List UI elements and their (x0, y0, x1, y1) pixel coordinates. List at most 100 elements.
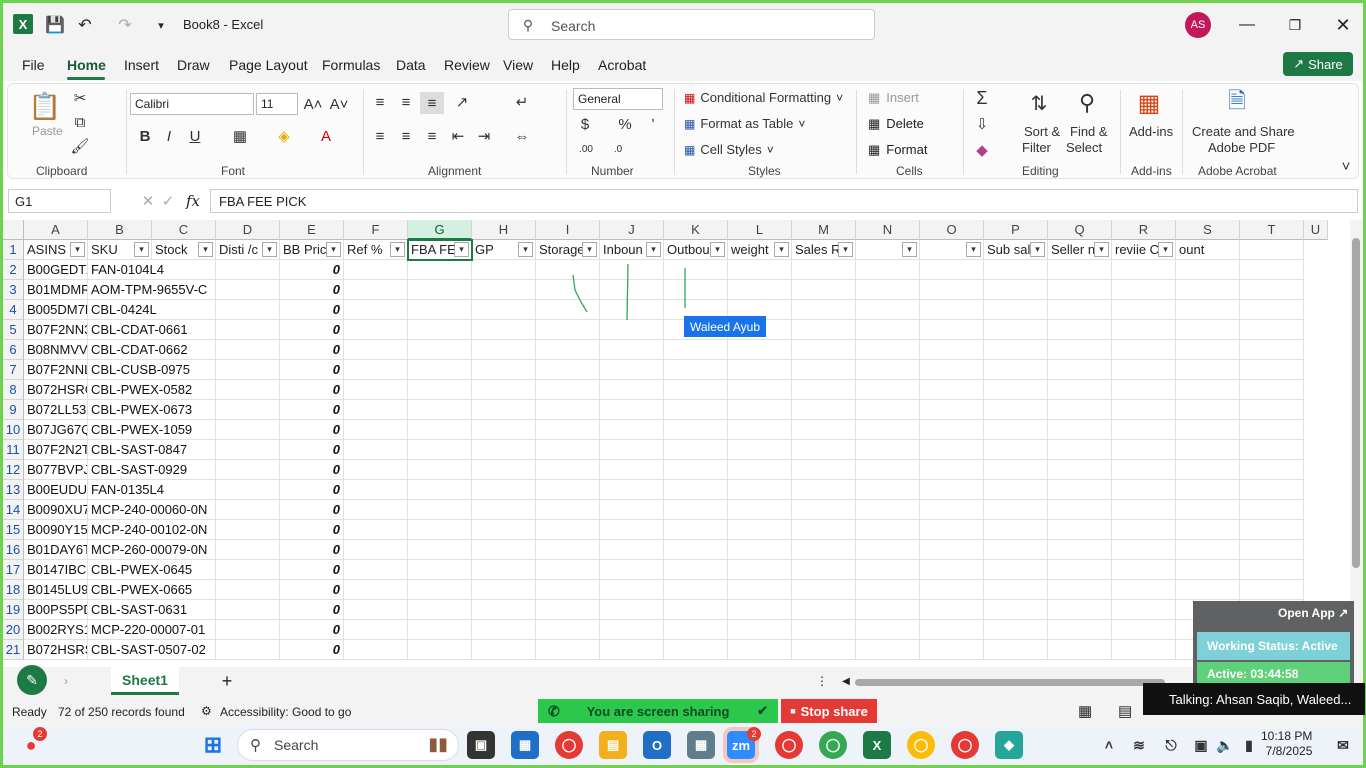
align-middle-icon[interactable]: ≡ (396, 92, 416, 112)
table-cell[interactable] (664, 260, 728, 280)
table-cell[interactable] (344, 460, 408, 480)
table-cell[interactable] (728, 520, 792, 540)
table-cell[interactable]: CBL-CDAT-0662 (88, 340, 216, 360)
filter-dropdown-icon[interactable]: ▾ (710, 242, 725, 257)
table-cell[interactable] (472, 560, 536, 580)
table-cell[interactable] (408, 600, 472, 620)
underline-icon[interactable]: U (186, 126, 204, 146)
filter-dropdown-icon[interactable]: ▾ (1030, 242, 1045, 257)
table-cell[interactable] (472, 440, 536, 460)
table-cell[interactable] (920, 260, 984, 280)
table-cell[interactable] (984, 520, 1048, 540)
table-cell[interactable] (792, 280, 856, 300)
table-cell[interactable] (1112, 340, 1176, 360)
filter-dropdown-icon[interactable]: ▾ (198, 242, 213, 257)
column-header-m[interactable]: M (792, 220, 856, 240)
table-cell[interactable] (344, 320, 408, 340)
table-cell[interactable] (600, 600, 664, 620)
font-family-select[interactable]: Calibri (130, 93, 254, 115)
header-cell[interactable]: Sales R ▾ (792, 240, 856, 260)
column-header-b[interactable]: B (88, 220, 152, 240)
table-cell[interactable] (984, 460, 1048, 480)
table-cell[interactable] (536, 500, 600, 520)
table-cell[interactable] (1240, 360, 1304, 380)
table-cell[interactable] (1240, 300, 1304, 320)
table-cell[interactable] (536, 340, 600, 360)
table-cell[interactable] (728, 380, 792, 400)
comma-icon[interactable]: ʹ (644, 114, 662, 134)
table-cell[interactable] (216, 600, 280, 620)
table-cell[interactable] (1112, 260, 1176, 280)
table-cell[interactable] (984, 260, 1048, 280)
table-cell[interactable] (408, 500, 472, 520)
table-cell[interactable] (664, 600, 728, 620)
table-cell[interactable] (856, 480, 920, 500)
table-cell[interactable] (600, 460, 664, 480)
table-cell[interactable] (344, 400, 408, 420)
table-cell[interactable]: MCP-220-00007-01 (88, 620, 216, 640)
table-cell[interactable] (344, 380, 408, 400)
tab-view[interactable]: View (503, 57, 533, 73)
header-cell[interactable]: ount (1176, 240, 1240, 260)
table-cell[interactable] (984, 640, 1048, 660)
table-cell[interactable] (600, 380, 664, 400)
table-cell[interactable] (984, 380, 1048, 400)
table-cell[interactable] (1176, 320, 1240, 340)
table-cell[interactable] (472, 480, 536, 500)
minimize-icon[interactable]: — (1235, 13, 1259, 37)
table-cell[interactable] (472, 320, 536, 340)
column-header-k[interactable]: K (664, 220, 728, 240)
table-cell[interactable] (920, 420, 984, 440)
table-cell[interactable] (920, 500, 984, 520)
row-header[interactable]: 12 (3, 460, 24, 480)
table-cell[interactable] (408, 280, 472, 300)
table-cell[interactable] (600, 480, 664, 500)
table-cell[interactable] (728, 420, 792, 440)
table-cell[interactable]: MCP-240-00102-0N (88, 520, 216, 540)
excel-taskbar-icon[interactable]: X (863, 731, 891, 759)
table-cell[interactable] (344, 440, 408, 460)
table-cell[interactable]: 0 (280, 500, 344, 520)
table-cell[interactable] (216, 260, 280, 280)
table-cell[interactable] (664, 380, 728, 400)
table-cell[interactable] (216, 460, 280, 480)
filter-dropdown-icon[interactable]: ▾ (1158, 242, 1173, 257)
insert-function-icon[interactable]: fx (183, 191, 203, 211)
table-cell[interactable] (792, 540, 856, 560)
table-cell[interactable] (472, 580, 536, 600)
table-cell[interactable] (664, 480, 728, 500)
table-cell[interactable] (664, 420, 728, 440)
scroll-left-icon[interactable]: ◀ (839, 673, 853, 689)
table-cell[interactable] (216, 300, 280, 320)
table-cell[interactable]: 0 (280, 300, 344, 320)
table-cell[interactable] (920, 280, 984, 300)
table-cell[interactable] (664, 440, 728, 460)
column-header-p[interactable]: P (984, 220, 1048, 240)
table-cell[interactable] (1112, 420, 1176, 440)
row-header[interactable]: 4 (3, 300, 24, 320)
table-cell[interactable] (408, 640, 472, 660)
table-cell[interactable] (536, 640, 600, 660)
italic-icon[interactable]: I (160, 126, 178, 146)
table-cell[interactable] (216, 580, 280, 600)
table-cell[interactable] (728, 400, 792, 420)
filter-dropdown-icon[interactable]: ▾ (262, 242, 277, 257)
table-cell[interactable] (1112, 360, 1176, 380)
chrome-profile-2-icon[interactable]: ◯ (819, 731, 847, 759)
table-cell[interactable]: B072LL53F (24, 400, 88, 420)
share-button[interactable]: ↗ Share (1283, 52, 1353, 76)
create-share-label[interactable]: Create and Share (1192, 124, 1295, 139)
table-cell[interactable] (728, 340, 792, 360)
borders-icon[interactable]: ▦ (230, 126, 250, 146)
table-cell[interactable] (1240, 380, 1304, 400)
table-cell[interactable] (408, 520, 472, 540)
table-cell[interactable] (792, 300, 856, 320)
table-cell[interactable]: 0 (280, 620, 344, 640)
table-cell[interactable] (1176, 520, 1240, 540)
table-cell[interactable] (856, 500, 920, 520)
table-cell[interactable] (536, 380, 600, 400)
cell-styles-button[interactable]: ▦ Cell Styles ˅ (684, 142, 774, 157)
table-cell[interactable] (984, 320, 1048, 340)
row-header[interactable]: 19 (3, 600, 24, 620)
table-cell[interactable] (1048, 540, 1112, 560)
